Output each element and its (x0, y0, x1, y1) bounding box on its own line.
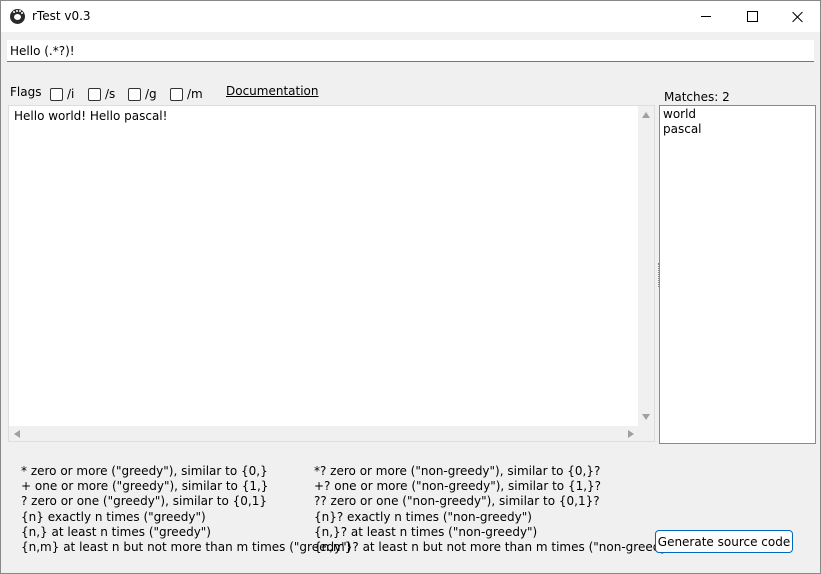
flag-i-checkbox[interactable]: /i (50, 87, 74, 101)
app-window: rTest v0.3 Flags /i /s /g /m Documentati… (0, 0, 821, 574)
matches-count-label: Matches: 2 (664, 90, 730, 104)
matches-label: Matches: (664, 90, 719, 104)
minimize-button[interactable] (683, 1, 729, 32)
help-line: {n} exactly n times ("greedy") (21, 509, 206, 524)
close-button[interactable] (775, 1, 821, 32)
title-bar: rTest v0.3 (1, 1, 820, 32)
help-line: +? one or more ("non-greedy"), similar t… (314, 479, 602, 494)
help-line: {n}? exactly n times ("non-greedy") (314, 509, 532, 524)
test-text: Hello world! Hello pascal! (14, 109, 168, 123)
regex-input[interactable] (7, 40, 814, 62)
checkbox-box[interactable] (128, 87, 141, 101)
generate-source-code-button[interactable]: Generate source code (655, 530, 793, 553)
paw-app-icon (10, 9, 25, 24)
flag-m-checkbox[interactable]: /m (170, 87, 203, 101)
help-line: + one or more ("greedy"), similar to {1,… (21, 479, 269, 494)
scroll-up-icon[interactable] (642, 112, 650, 118)
flag-m-label: /m (187, 87, 203, 101)
test-text-area[interactable]: Hello world! Hello pascal! (8, 105, 655, 442)
matches-count: 2 (722, 90, 730, 104)
scrollbar-corner (638, 426, 654, 441)
documentation-link[interactable]: Documentation (226, 84, 319, 98)
minimize-icon (701, 16, 711, 17)
non-greedy-help: *? zero or more ("non-greedy"), similar … (314, 464, 678, 555)
checkbox-box[interactable] (170, 87, 183, 101)
maximize-button[interactable] (729, 1, 775, 32)
scroll-left-icon[interactable] (14, 430, 20, 438)
checkbox-box[interactable] (88, 87, 101, 101)
vertical-scrollbar[interactable] (638, 106, 654, 426)
help-line: * zero or more ("greedy"), similar to {0… (21, 464, 268, 478)
matches-list[interactable]: world pascal (659, 105, 816, 444)
help-line: {n,m} at least n but not more than m tim… (21, 539, 352, 554)
scroll-down-icon[interactable] (642, 414, 650, 420)
list-item[interactable]: pascal (663, 122, 702, 136)
flag-g-checkbox[interactable]: /g (128, 87, 157, 101)
help-line: {n,m}? at least n but not more than m ti… (314, 539, 678, 554)
checkbox-box[interactable] (50, 87, 63, 101)
flag-s-checkbox[interactable]: /s (88, 87, 115, 101)
flag-g-label: /g (145, 87, 157, 101)
greedy-help: * zero or more ("greedy"), similar to {0… (21, 464, 351, 555)
close-icon (792, 11, 804, 23)
flag-s-label: /s (105, 87, 116, 101)
help-line: {n,} at least n times ("greedy") (21, 524, 211, 539)
list-item[interactable]: world (663, 107, 696, 121)
window-title: rTest v0.3 (32, 9, 91, 23)
help-line: ?? zero or one ("non-greedy"), similar t… (314, 494, 600, 509)
flags-label: Flags (10, 85, 42, 99)
help-line: {n,}? at least n times ("non-greedy") (314, 524, 538, 539)
scroll-right-icon[interactable] (628, 430, 634, 438)
horizontal-scrollbar[interactable] (9, 426, 639, 441)
flag-i-label: /i (67, 87, 75, 101)
help-line: ? zero or one ("greedy"), similar to {0,… (21, 494, 267, 509)
help-line: *? zero or more ("non-greedy"), similar … (314, 464, 601, 478)
maximize-icon (746, 11, 758, 22)
